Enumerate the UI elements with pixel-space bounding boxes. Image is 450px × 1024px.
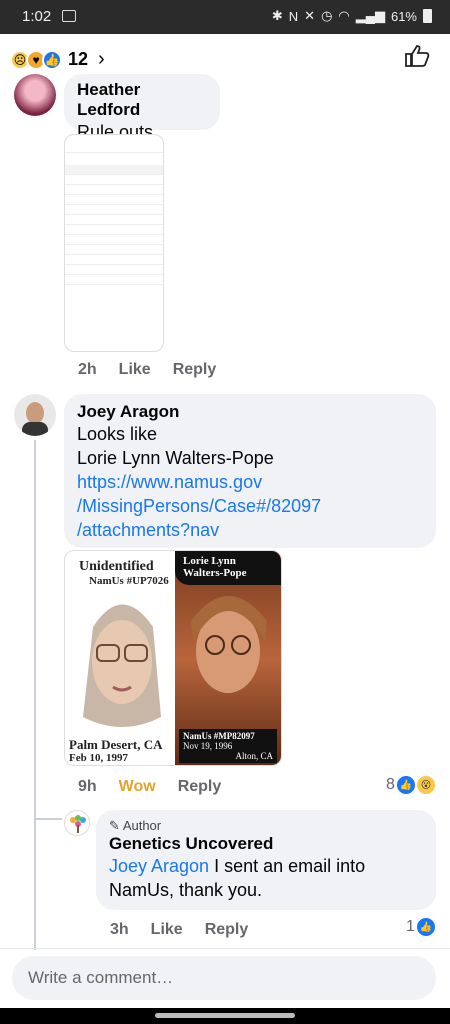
like-button[interactable]: Like — [119, 361, 151, 379]
status-time: 1:02 — [22, 8, 52, 25]
mute-icon: ✕ — [304, 8, 316, 23]
wow-reaction-button[interactable]: Wow — [119, 778, 156, 796]
reaction-count-number: 8 — [386, 776, 395, 793]
nfc-icon: N — [288, 8, 299, 24]
comment-time: 9h — [78, 778, 97, 795]
reply-button[interactable]: Reply — [178, 778, 222, 796]
signal-icon: ▂▄▆ — [355, 8, 385, 23]
comment-link[interactable]: https://www.namus.gov — [77, 470, 423, 494]
screen-record-icon — [62, 10, 76, 22]
avatar[interactable] — [14, 74, 56, 116]
comment-reaction-count[interactable]: 1 👍 — [406, 918, 435, 936]
mention-link[interactable]: Joey Aragon — [109, 856, 209, 876]
reactions-header: ☹ ♥ 👍 12 › — [0, 34, 450, 82]
pencil-icon: ✎ — [109, 818, 120, 833]
like-reaction-icon: 👍 — [396, 776, 415, 794]
wow-reaction-icon: 😮 — [416, 776, 435, 794]
comment-link[interactable]: /MissingPersons/Case#/82097 — [77, 494, 423, 518]
comment-text: I sent an email into — [209, 856, 366, 876]
reaction-count: 12 — [68, 49, 89, 69]
wifi-icon: ◠ — [338, 8, 350, 23]
status-bar: 1:02 ✱ N ✕ ◷ ◠ ▂▄▆ 61% — [0, 0, 450, 34]
comment-actions: 9h Wow Reply — [78, 778, 221, 796]
photo-left-date: Feb 10, 1997 — [69, 752, 128, 764]
avatar[interactable] — [64, 810, 90, 836]
comment-bubble: Heather Ledford Rule outs — [64, 74, 220, 142]
author-badge-label: Author — [122, 818, 162, 833]
comment-bubble: Joey Aragon Looks like Lorie Lynn Walter… — [64, 394, 436, 548]
author-badge: ✎ Author — [109, 818, 423, 834]
comment-actions: 2h Like Reply — [78, 361, 216, 379]
avatar[interactable] — [14, 394, 56, 436]
comment-text-line: Looks like — [77, 424, 158, 444]
photo-right-title-line: Walters-Pope — [183, 567, 247, 579]
home-gesture-bar[interactable] — [155, 1013, 295, 1018]
comment-time: 2h — [78, 361, 97, 378]
battery-percent: 61% — [390, 8, 417, 24]
photo-right-title: Lorie Lynn Walters-Pope — [175, 551, 281, 585]
bluetooth-icon: ✱ — [271, 8, 283, 23]
photo-right-caption: NamUs #MP82097 Nov 19, 1996 Alton, CA — [179, 729, 277, 763]
like-reaction-icon: 👍 — [416, 918, 435, 936]
comment-text-line: Lorie Lynn Walters-Pope — [77, 448, 274, 468]
divider — [0, 948, 450, 949]
comment-text: NamUs, thank you. — [109, 880, 263, 900]
like-post-icon[interactable] — [404, 44, 430, 68]
comment-time: 3h — [110, 921, 129, 938]
comment-reaction-count[interactable]: 8 👍 😮 — [386, 776, 435, 794]
photo-right-date: Nov 19, 1996 — [183, 741, 233, 751]
comment-author[interactable]: Heather Ledford — [77, 80, 207, 120]
photo-right-title-line: Lorie Lynn — [183, 555, 236, 567]
alarm-icon: ◷ — [321, 8, 333, 23]
reply-button[interactable]: Reply — [173, 361, 217, 379]
photo-left-title: Unidentified — [79, 559, 154, 574]
photo-left-sub: NamUs #UP7026 — [89, 575, 169, 587]
like-button[interactable]: Like — [151, 921, 183, 939]
like-reaction-icon: 👍 — [42, 49, 62, 70]
comment-author[interactable]: Genetics Uncovered — [109, 834, 423, 854]
comment-actions: 3h Like Reply — [110, 921, 248, 939]
comparison-image[interactable]: Unidentified NamUs #UP7026 Palm Desert, … — [64, 550, 282, 766]
sketch-portrait — [83, 604, 161, 727]
comment-input[interactable]: Write a comment… — [12, 956, 436, 1000]
chevron-right-icon[interactable]: › — [98, 48, 105, 71]
photo-left-place: Palm Desert, CA — [69, 737, 163, 752]
comment-author[interactable]: Joey Aragon — [77, 402, 423, 422]
thread-line — [34, 440, 36, 950]
reply-connector — [34, 818, 62, 820]
reaction-count-number: 1 — [406, 918, 415, 935]
reactions-summary[interactable]: ☹ ♥ 👍 12 › — [10, 48, 105, 71]
comment-link[interactable]: /attachments?nav — [77, 518, 423, 542]
system-nav-bar — [0, 1008, 450, 1024]
photo-right-place: Alton, CA — [235, 751, 273, 761]
status-icons: ✱ N ✕ ◷ ◠ ▂▄▆ 61% — [272, 8, 432, 24]
battery-icon — [423, 9, 432, 23]
reply-bubble: ✎ Author Genetics Uncovered Joey Aragon … — [96, 810, 436, 910]
comment-attachment-image[interactable] — [64, 134, 164, 352]
reply-button[interactable]: Reply — [205, 921, 249, 939]
photo-right-case: NamUs #MP82097 — [183, 731, 255, 741]
